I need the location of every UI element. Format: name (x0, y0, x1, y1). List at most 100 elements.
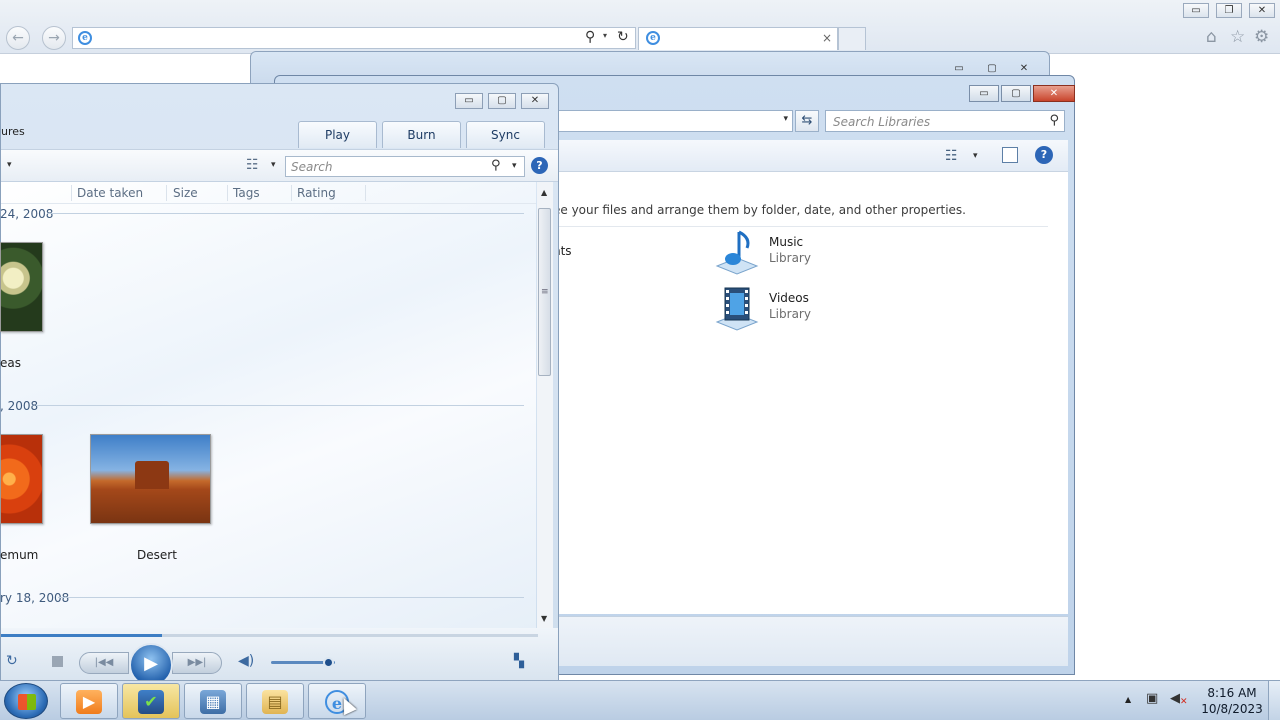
taskbar-windows-explorer[interactable]: ▤ (246, 683, 304, 719)
seek-progress (1, 634, 163, 637)
chevron-down-icon[interactable]: ▾ (271, 160, 276, 170)
chevron-down-icon[interactable]: ▾ (512, 161, 517, 171)
home-icon[interactable]: ⌂ (1206, 27, 1217, 47)
library-type: Library (769, 251, 811, 265)
clock-time[interactable]: 8:16 AM (1200, 686, 1264, 700)
column-divider (365, 185, 366, 201)
chrysanthemum-thumbnail[interactable] (0, 434, 43, 524)
taskbar-control-panel[interactable]: ▦ (184, 683, 242, 719)
show-hidden-icons-icon[interactable]: ▲ (1125, 695, 1131, 704)
browser-tab[interactable]: e × (638, 27, 838, 50)
search-libraries-input[interactable]: Search Libraries ⚲ (825, 110, 1065, 132)
volume-knob[interactable] (322, 657, 334, 668)
scrollbar-thumb[interactable]: ≡ (538, 208, 551, 376)
picture-label[interactable]: emum (0, 548, 38, 562)
ie-logo-icon: e (78, 31, 92, 45)
chevron-down-icon[interactable]: ▾ (783, 114, 788, 124)
taskbar-media-player[interactable]: ▶ (60, 683, 118, 719)
windows-start-icon (18, 694, 36, 710)
tab-burn[interactable]: Burn (382, 121, 461, 148)
help-icon[interactable]: ? (1035, 146, 1053, 164)
library-item-music[interactable]: Music Library (713, 228, 873, 278)
search-icon[interactable]: ⚲ (1049, 113, 1059, 128)
restore-button[interactable]: ❐ (1216, 3, 1242, 18)
search-icon[interactable]: ⚲ (585, 29, 595, 45)
address-bar[interactable]: e ⚲ ▾ ↻ (72, 27, 636, 49)
playback-controls: ↻ |◀◀ ▶▶| ▶ ◀) ▚ (1, 628, 558, 687)
volume-slider[interactable] (271, 657, 335, 668)
column-divider (291, 185, 292, 201)
start-button[interactable] (4, 683, 48, 719)
help-icon[interactable]: ? (531, 157, 548, 174)
grip-icon: ≡ (541, 287, 549, 297)
chevron-down-icon[interactable]: ▾ (7, 160, 12, 170)
view-options-icon[interactable]: ☷ (246, 157, 259, 173)
preview-pane-icon[interactable] (1002, 147, 1018, 163)
minimize-button[interactable]: ▭ (455, 93, 483, 109)
divider (553, 226, 1048, 227)
taskbar: ▶ ✔ ▦ ▤ e ▲ ▣ ◀ ✕ 8:16 AM 10/8/2023 (0, 680, 1280, 720)
show-desktop-button[interactable] (1268, 681, 1280, 720)
group-header[interactable]: ry 18, 2008 (0, 591, 69, 605)
column-size[interactable]: Size (173, 186, 198, 200)
refresh-button[interactable]: ⇆ (795, 110, 819, 132)
folder-icon: ▤ (262, 690, 288, 714)
picture-label[interactable]: eas (0, 356, 21, 370)
pictures-list: Date taken Size Tags Rating (1, 182, 536, 630)
gear-icon[interactable]: ⚙ (1254, 27, 1269, 47)
picture-label[interactable]: Desert (137, 548, 177, 562)
taskbar-task-scheduler[interactable]: ✔ (122, 683, 180, 719)
next-button[interactable]: ▶▶| (172, 652, 222, 674)
network-icon[interactable]: ▣ (1146, 691, 1158, 706)
maximize-button[interactable]: ▢ (488, 93, 516, 109)
back-button[interactable]: ← (6, 26, 30, 50)
previous-button[interactable]: |◀◀ (79, 652, 129, 674)
column-rating[interactable]: Rating (297, 186, 336, 200)
minimize-button[interactable]: ▭ (969, 85, 999, 102)
volume-icon[interactable]: ◀) (238, 653, 254, 669)
close-button[interactable]: ✕ (521, 93, 549, 109)
chevron-down-icon[interactable]: ▾ (973, 151, 978, 161)
favorites-star-icon[interactable]: ☆ (1230, 27, 1245, 47)
close-button[interactable]: ✕ (1033, 85, 1075, 102)
column-tags[interactable]: Tags (233, 186, 260, 200)
switch-to-now-playing-icon[interactable]: ▚ (514, 654, 524, 669)
tab-sync[interactable]: Sync (466, 121, 545, 148)
search-icon[interactable]: ⚲ (491, 158, 501, 173)
breadcrumb[interactable]: ures (1, 125, 25, 138)
desert-thumbnail[interactable] (90, 434, 211, 524)
maximize-button[interactable]: ▢ (1001, 85, 1031, 102)
command-bar: ☷ ▾ ? (553, 140, 1068, 172)
library-type: Library (769, 307, 811, 321)
chevron-down-icon[interactable]: ▾ (603, 31, 607, 40)
group-header[interactable]: , 2008 (0, 399, 38, 413)
search-input[interactable]: Search ⚲ ▾ (285, 156, 525, 177)
stop-button[interactable] (52, 656, 63, 667)
media-player-icon: ▶ (76, 690, 102, 714)
library-name: Videos (769, 291, 809, 305)
scroll-up-icon[interactable]: ▲ (541, 188, 547, 197)
forward-button[interactable]: → (42, 26, 66, 50)
repeat-icon[interactable]: ↻ (6, 653, 18, 669)
vertical-scrollbar[interactable]: ▲ ≡ ▼ (537, 182, 553, 630)
task-scheduler-icon: ✔ (138, 690, 164, 714)
close-tab-icon[interactable]: × (822, 31, 832, 45)
tab-play[interactable]: Play (298, 121, 377, 148)
new-tab-button[interactable] (838, 27, 866, 50)
address-bar[interactable]: ▾ (553, 110, 793, 132)
library-item-videos[interactable]: Videos Library (713, 284, 873, 334)
hydrangeas-thumbnail[interactable] (0, 242, 43, 332)
group-header[interactable]: 24, 2008 (0, 207, 53, 221)
change-view-icon[interactable]: ☷ (945, 148, 958, 164)
butte-shape (135, 461, 169, 489)
scroll-down-icon[interactable]: ▼ (541, 614, 547, 623)
volume-icon[interactable]: ◀ (1170, 691, 1180, 706)
column-date-taken[interactable]: Date taken (77, 186, 143, 200)
refresh-icon[interactable]: ↻ (617, 29, 629, 45)
media-player-window: ▭ ▢ ✕ ures Play Burn Sync ▾ ☷ ▾ Search ⚲… (0, 83, 559, 687)
close-button[interactable]: ✕ (1249, 3, 1275, 18)
forward-arrow-icon: → (48, 30, 60, 46)
clock-date[interactable]: 10/8/2023 (1200, 702, 1264, 716)
minimize-button[interactable]: ▭ (1183, 3, 1209, 18)
seek-bar[interactable] (1, 634, 538, 637)
